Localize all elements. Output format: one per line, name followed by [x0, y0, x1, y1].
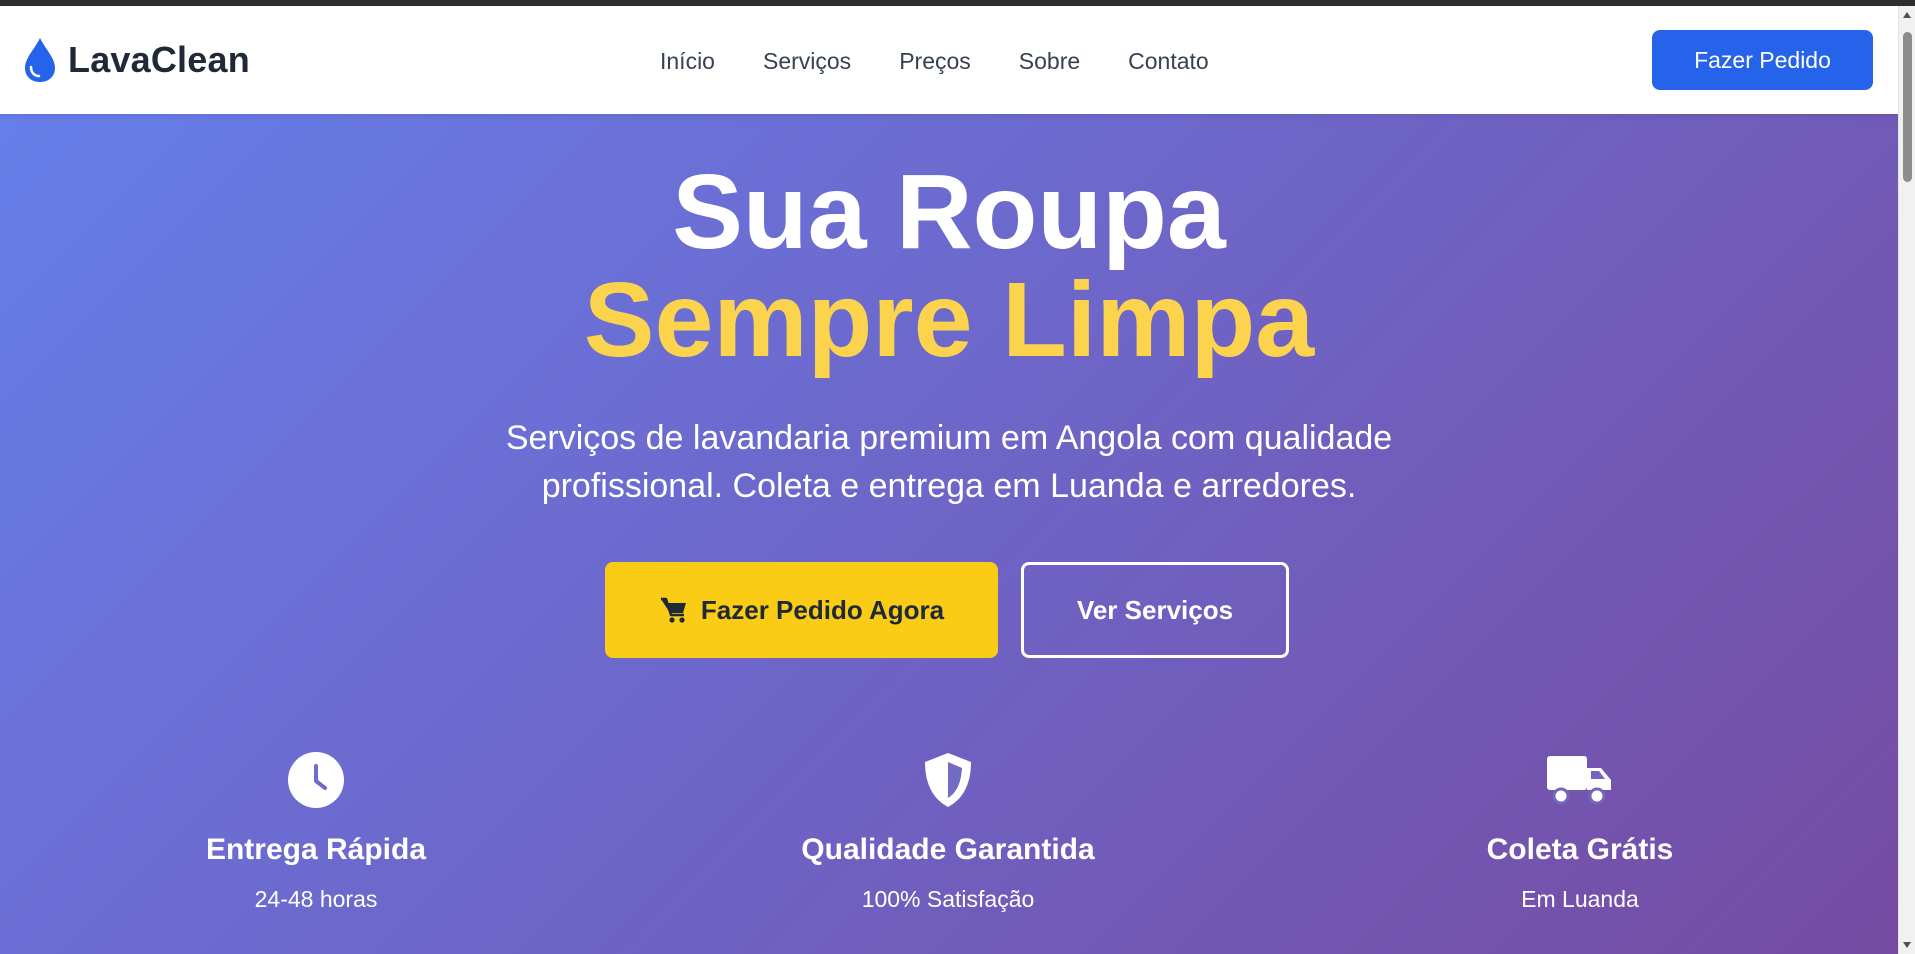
fazer-pedido-button[interactable]: Fazer Pedido [1652, 30, 1873, 90]
brand-name: LavaClean [68, 39, 250, 80]
nav-link-servicos[interactable]: Serviços [763, 46, 851, 76]
feature-qualidade-garantida: Qualidade Garantida 100% Satisfação [688, 750, 1208, 914]
feature-entrega-rapida: Entrega Rápida 24-48 horas [56, 750, 576, 914]
nav-link-sobre[interactable]: Sobre [1019, 46, 1080, 76]
brand-logo[interactable]: LavaClean [22, 32, 250, 88]
feature-coleta-gratis: Coleta Grátis Em Luanda [1320, 750, 1840, 914]
feature-subtitle: 24-48 horas [254, 886, 378, 912]
page-viewport: LavaClean Início Serviços Preços Sobre C… [0, 6, 1898, 954]
shield-icon [925, 753, 971, 807]
hero-title-line2: Sempre Limpa [583, 261, 1315, 379]
scroll-up-arrow-icon[interactable] [1903, 12, 1911, 18]
cart-icon [660, 597, 686, 623]
scrollbar-thumb[interactable] [1903, 32, 1912, 182]
nav-link-contato[interactable]: Contato [1128, 46, 1209, 76]
navbar: LavaClean Início Serviços Preços Sobre C… [0, 6, 1898, 114]
hero-title: Sua Roupa Sempre Limpa [0, 158, 1898, 374]
nav-links: Início Serviços Preços Sobre Contato [660, 46, 1209, 76]
nav-link-inicio[interactable]: Início [660, 46, 715, 76]
ver-servicos-button[interactable]: Ver Serviços [1021, 562, 1289, 658]
hero-title-line1: Sua Roupa [672, 153, 1226, 271]
feature-title: Qualidade Garantida [801, 833, 1095, 866]
truck-icon [1547, 756, 1611, 805]
water-drop-icon [25, 38, 55, 82]
feature-subtitle: 100% Satisfação [861, 886, 1035, 912]
vertical-scrollbar[interactable] [1898, 6, 1915, 954]
hero-subtitle: Serviços de lavandaria premium em Angola… [505, 419, 1393, 505]
fazer-pedido-agora-label: Fazer Pedido Agora [700, 594, 945, 625]
feature-subtitle: Em Luanda [1521, 886, 1639, 912]
feature-title: Coleta Grátis [1486, 833, 1674, 866]
scroll-down-arrow-icon[interactable] [1903, 942, 1911, 948]
hero-section: Sua Roupa Sempre Limpa Serviços de lavan… [0, 114, 1898, 954]
feature-title: Entrega Rápida [205, 833, 427, 866]
clock-icon [288, 752, 344, 808]
nav-link-precos[interactable]: Preços [899, 46, 971, 76]
fazer-pedido-agora-button[interactable]: Fazer Pedido Agora [605, 562, 998, 658]
